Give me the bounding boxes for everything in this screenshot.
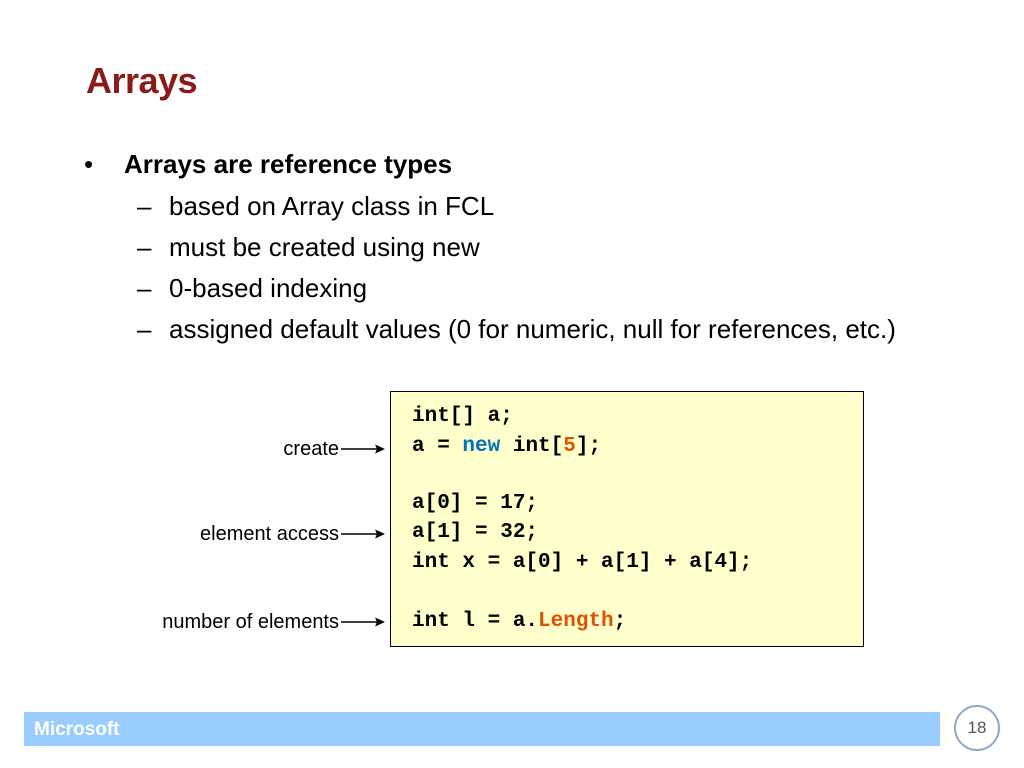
annotation-number-of-elements: number of elements [162, 611, 339, 633]
footer-brand: Microsoft [34, 719, 120, 740]
code-line: int x = a[0] + a[1] + a[4]; [412, 551, 753, 574]
dash: – [137, 314, 152, 344]
code-property: Length [538, 610, 614, 633]
slide-title: Arrays [86, 60, 198, 101]
code-line: a[0] = 17; [412, 492, 539, 515]
annotation-element-access: element access [200, 523, 339, 545]
arrow-right-icon [341, 444, 385, 454]
bullet-dot: • [84, 149, 94, 179]
code-text: a = [412, 435, 463, 458]
arrow-right-icon [341, 529, 385, 539]
page-number: 18 [954, 705, 1000, 751]
dash: – [137, 273, 152, 303]
sub-bullet-text: based on Array class in FCL [169, 191, 495, 221]
dash: – [137, 232, 152, 262]
footer-bar: Microsoft [24, 712, 940, 746]
main-bullet-text: Arrays are reference types [124, 149, 453, 179]
dash: – [137, 191, 152, 221]
code-text: ; [613, 610, 627, 633]
arrow-right-icon [341, 617, 385, 627]
code-text: int l = a. [412, 610, 539, 633]
code-number: 5 [563, 435, 576, 458]
code-keyword: new [462, 435, 501, 458]
sub-bullet-text: 0-based indexing [169, 273, 368, 303]
code-text: int[ [500, 435, 564, 458]
code-line: int[] a; [412, 405, 513, 428]
code-line: a[1] = 32; [412, 521, 539, 544]
code-line: a = new int[5]; [412, 432, 601, 461]
sub-bullet-text: assigned default values (0 for numeric, … [169, 314, 896, 344]
code-text: ]; [575, 435, 602, 458]
annotation-create: create [283, 438, 339, 460]
sub-bullet-text: must be created using new [169, 232, 480, 262]
code-line: int l = a.Length; [412, 607, 626, 636]
